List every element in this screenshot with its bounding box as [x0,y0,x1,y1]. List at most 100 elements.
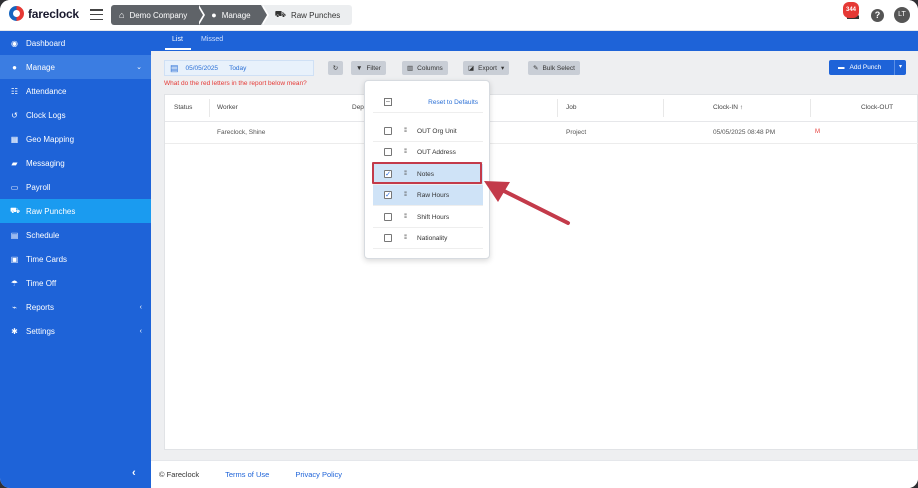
sidebar-item-payroll[interactable]: ▭ Payroll [0,175,151,199]
chevron-down-icon: ⌄ [136,64,142,71]
notifications-bell-icon[interactable]: ▬344 [843,2,861,22]
chevron-left-icon: ‹ [139,303,142,311]
breadcrumb-current: ⛟ Raw Punches [260,5,353,25]
red-letters-help-link[interactable]: What do the red letters in the report be… [164,80,307,87]
column-header-status[interactable]: Status [174,104,192,111]
reset-to-defaults-link[interactable]: Reset to Defaults [428,99,478,106]
sidebar-item-dashboard[interactable]: ◉ Dashboard [0,31,151,55]
app-window: fareclock ⌂ Demo Company ● Manage ⛟ Raw … [0,0,918,488]
sidebar-item-geo-mapping[interactable]: ▦ Geo Mapping [0,127,151,151]
punches-table: Status Worker Depa Job Clock-IN ↑ Clock-… [164,94,918,450]
sidebar-item-manage[interactable]: ● Manage ⌄ [0,55,151,79]
clock-in-label: Clock-IN [713,104,738,111]
add-punch-button[interactable]: ▬ Add Punch ▾ [829,60,906,75]
refresh-button[interactable]: ↻ [328,61,343,75]
attendance-icon: ☷ [10,86,19,96]
breadcrumb-company-label: Demo Company [129,10,188,20]
sidebar-item-label: Dashboard [26,38,66,48]
tab-list[interactable]: List [172,36,183,43]
terms-of-use-link[interactable]: Terms of Use [225,470,269,479]
column-checkbox-checked[interactable]: ✓ [384,191,392,199]
column-header-job[interactable]: Job [566,104,576,111]
columns-menu-header: – Reset to Defaults [373,92,483,113]
payroll-icon: ▭ [10,182,19,192]
drag-handle-icon[interactable]: ⁞⁞⁞ [404,235,407,241]
column-option-out-org-unit[interactable]: ⁞⁞⁞ OUT Org Unit [373,121,483,142]
column-checkbox[interactable] [384,234,392,242]
sidebar-item-attendance[interactable]: ☷ Attendance [0,79,151,103]
tab-bar: List Missed [151,31,918,51]
today-button[interactable]: Today [229,65,246,72]
column-option-label: Shift Hours [417,213,450,221]
sidebar-item-settings[interactable]: ✱ Settings ‹ [0,319,151,343]
column-option-label: Nationality [417,234,448,242]
filter-button[interactable]: ▼ Filter [351,61,386,75]
column-header-worker[interactable]: Worker [217,104,238,111]
sidebar-item-schedule[interactable]: ▤ Schedule [0,223,151,247]
column-header-clock-out[interactable]: Clock-OUT [861,104,893,111]
sidebar-item-time-off[interactable]: ☂ Time Off [0,271,151,295]
dashboard-icon: ◉ [11,38,18,48]
filter-icon: ▼ [356,64,363,72]
column-checkbox[interactable] [384,213,392,221]
column-option-shift-hours[interactable]: ⁞⁞⁞ Shift Hours [373,207,483,228]
cell-worker[interactable]: Fareclock, Shine [217,129,265,136]
export-button[interactable]: ◪ Export ▾ [463,61,510,75]
cell-job: Project [566,129,587,136]
sidebar-item-time-cards[interactable]: ▣ Time Cards [0,247,151,271]
column-option-out-address[interactable]: ⁞⁞⁞ OUT Address [373,142,483,163]
drag-handle-icon[interactable]: ⁞⁞⁞ [404,192,407,198]
copyright-text: © Fareclock [159,470,200,479]
punch-icon: ⛟ [10,206,21,215]
breadcrumb-company[interactable]: ⌂ Demo Company [111,5,206,25]
column-divider [209,99,210,117]
avatar[interactable]: LT [894,7,910,23]
logo-text: fareclock [28,6,79,21]
home-icon: ⌂ [119,10,125,20]
add-punch-icon: ▬ [838,64,845,71]
bulk-select-button[interactable]: ✎ Bulk Select [528,61,580,75]
columns-label: Columns [417,64,443,72]
drag-handle-icon[interactable]: ⁞⁞⁞ [404,149,407,155]
column-option-label: OUT Address [417,148,456,156]
notification-badge: 344 [843,2,860,18]
help-icon[interactable]: ? [871,8,884,22]
date-picker[interactable]: ▤ 05/05/2025 Today [164,60,314,76]
logo[interactable]: fareclock [9,6,79,21]
refresh-icon: ↻ [332,65,339,72]
breadcrumb-manage[interactable]: ● Manage [197,5,270,25]
column-option-raw-hours[interactable]: ✓ ⁞⁞⁞ Raw Hours [373,185,483,206]
add-punch-label: Add Punch [849,64,882,71]
sidebar-item-label: Manage [26,62,55,72]
column-header-clock-in[interactable]: Clock-IN ↑ [713,104,743,111]
add-punch-dropdown-icon[interactable]: ▾ [894,60,906,75]
active-tab-indicator [165,48,191,50]
sidebar-item-clock-logs[interactable]: ↺ Clock Logs [0,103,151,127]
sidebar-item-raw-punches[interactable]: ⛟ Raw Punches [0,199,151,223]
cell-clock-in[interactable]: 05/05/2025 08:48 PM [713,129,775,136]
user-icon: ● [12,62,17,72]
column-divider [663,99,664,117]
export-icon: ◪ [468,65,475,72]
menu-toggle-icon[interactable] [90,9,103,20]
logo-mark-icon [9,6,24,21]
column-option-nationality[interactable]: ⁞⁞⁞ Nationality [373,228,483,249]
header-divider [165,121,918,122]
column-checkbox[interactable] [384,148,392,156]
bulk-select-label: Bulk Select [542,64,575,72]
row-divider [165,143,918,144]
gear-icon: ✱ [11,326,18,336]
tab-missed[interactable]: Missed [201,36,223,43]
select-all-checkbox[interactable]: – [384,98,392,106]
privacy-policy-link[interactable]: Privacy Policy [295,470,342,479]
collapse-sidebar-icon[interactable]: ‹ [132,467,136,479]
sidebar-item-label: Settings [26,326,55,336]
drag-handle-icon[interactable]: ⁞⁞⁞ [404,128,407,134]
column-checkbox[interactable] [384,127,392,135]
sidebar-item-reports[interactable]: ⌁ Reports ‹ [0,295,151,319]
chevron-left-icon: ‹ [139,327,142,335]
caret-down-icon: ▾ [500,65,505,72]
sidebar-item-messaging[interactable]: ▰ Messaging [0,151,151,175]
columns-button[interactable]: ▥ Columns [402,61,448,75]
drag-handle-icon[interactable]: ⁞⁞⁞ [404,214,407,220]
